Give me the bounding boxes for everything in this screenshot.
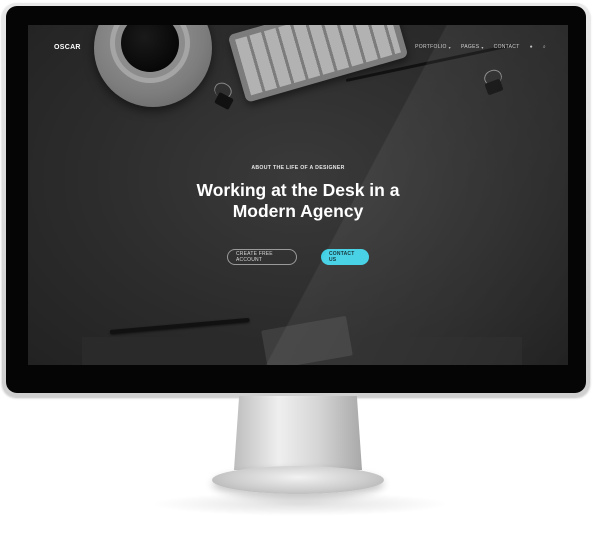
- hero-buttons: CREATE FREE ACCOUNT CONTACT US: [28, 249, 568, 265]
- cart-icon[interactable]: ●: [530, 44, 533, 50]
- monitor-stand-neck: [234, 396, 362, 470]
- contact-us-button[interactable]: CONTACT US: [321, 249, 369, 265]
- hero-section: ABOUT THE LIFE OF A DESIGNER Working at …: [28, 165, 568, 222]
- nav-item-label: CONTACT: [493, 44, 520, 50]
- create-account-button[interactable]: CREATE FREE ACCOUNT: [227, 249, 297, 265]
- hero-headline-line-1: Working at the Desk in a: [196, 180, 400, 200]
- main-nav: PORTFOLIO ▾ PAGES ▾ CONTACT ● ⌕: [415, 44, 546, 50]
- chevron-down-icon: ▾: [481, 44, 484, 50]
- chevron-down-icon: ▾: [448, 44, 451, 50]
- nav-item-label: PAGES: [460, 44, 480, 50]
- monitor-shadow: [150, 492, 450, 516]
- monitor-stand-base: [212, 466, 384, 494]
- nav-item-contact[interactable]: CONTACT: [494, 44, 520, 50]
- nav-item-pages[interactable]: PAGES ▾: [461, 44, 484, 50]
- keyboard-keys: [235, 25, 401, 96]
- pen-image: [109, 317, 250, 334]
- website-screen: OSCAR PORTFOLIO ▾ PAGES ▾ CONTACT ● ⌕ AB…: [28, 25, 568, 365]
- nav-item-label: PORTFOLIO: [415, 44, 447, 50]
- site-logo[interactable]: OSCAR: [54, 44, 81, 51]
- hero-eyebrow: ABOUT THE LIFE OF A DESIGNER: [251, 165, 345, 171]
- nav-item-portfolio[interactable]: PORTFOLIO ▾: [415, 44, 451, 50]
- hero-headline: Working at the Desk in a Modern Agency: [28, 180, 568, 222]
- hero-headline-line-2: Modern Agency: [232, 201, 364, 221]
- notebook-image: [261, 315, 353, 365]
- search-icon[interactable]: ⌕: [543, 44, 546, 50]
- keyboard-image: [227, 25, 409, 103]
